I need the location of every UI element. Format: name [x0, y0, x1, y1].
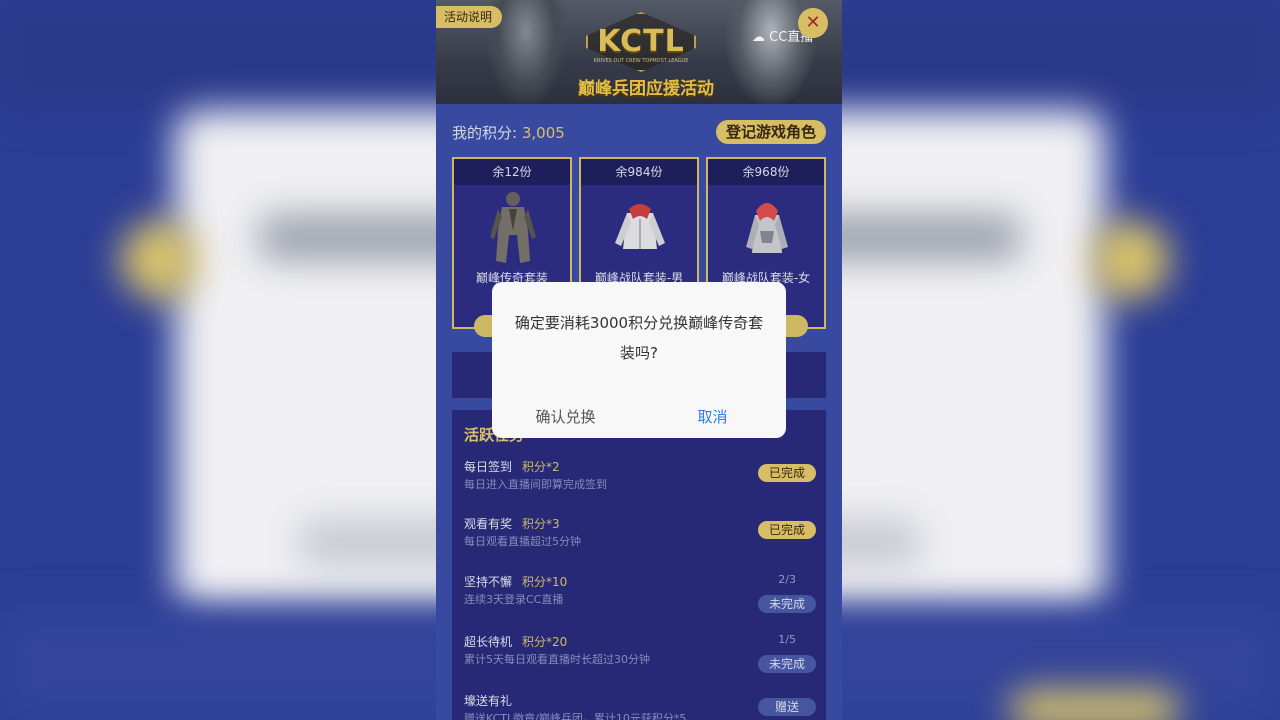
bg-blur-accent	[1010, 690, 1180, 720]
cancel-button[interactable]: 取消	[639, 406, 786, 427]
bg-blur-accent	[1090, 220, 1170, 300]
dialog-message: 确定要消耗3000积分兑换巅峰传奇套装吗?	[514, 314, 764, 362]
confirm-dialog: 确定要消耗3000积分兑换巅峰传奇套装吗? 确认兑换 取消	[492, 282, 786, 438]
confirm-exchange-button[interactable]: 确认兑换	[492, 406, 639, 427]
bg-blur-accent	[120, 220, 200, 300]
